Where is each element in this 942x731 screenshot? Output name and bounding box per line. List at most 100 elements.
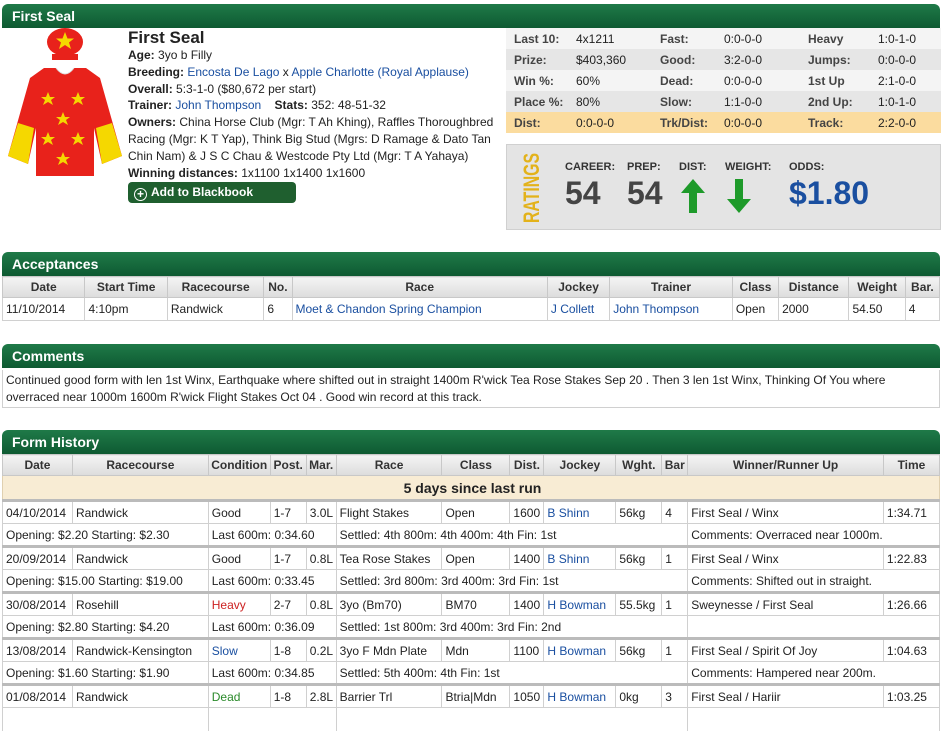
acceptances-header: Acceptances xyxy=(2,252,940,276)
column-header[interactable]: Jockey xyxy=(546,276,611,298)
column-header[interactable]: Class xyxy=(441,454,511,476)
acceptances-title: Acceptances xyxy=(12,256,99,272)
column-header[interactable]: Trainer xyxy=(609,276,733,298)
column-header[interactable]: Racecourse xyxy=(71,454,209,476)
jockey-silk-image xyxy=(8,28,122,176)
table-row: 20/09/2014 Randwick Good 1-7 0.8L Tea Rose St… xyxy=(2,545,941,570)
prep-rating: 54 xyxy=(627,175,663,211)
dist-label: DIST: xyxy=(679,161,707,173)
form-cell-dist: 1400 xyxy=(509,545,545,570)
form-detail-prices: Opening: $2.80 Starting: $4.20 xyxy=(2,615,209,639)
column-header[interactable]: No. xyxy=(263,276,293,298)
table-row: 30/08/2014 Rosehill Heavy 2-7 0.8L 3yo (Bm70)… xyxy=(2,591,941,616)
stat-value: 60% xyxy=(568,70,652,91)
form-detail-comment: Comments: Overraced near 1000m. xyxy=(687,523,940,547)
column-header[interactable]: Date xyxy=(1,276,86,298)
stat-label: Heavy xyxy=(800,28,870,49)
column-header[interactable]: Condition xyxy=(207,454,271,476)
form-detail-last600: Last 600m: 0:36.09 xyxy=(207,615,337,639)
stat-value: 1:0-1-0 xyxy=(870,28,941,49)
column-header[interactable]: Start Time xyxy=(84,276,168,298)
form-cell-course: Randwick-Kensington xyxy=(71,637,209,662)
ratings-logo: RATINGS xyxy=(519,153,544,223)
acceptance-cell: 2000 xyxy=(778,297,850,321)
column-header[interactable]: Winner/Runner Up xyxy=(687,454,884,476)
stats-row: Dist: 0:0-0-0 Trk/Dist: 0:0-0-0 Track: 2:2-0-… xyxy=(506,112,941,133)
form-cell-time: 1:34.71 xyxy=(882,499,941,524)
form-cell-jockey[interactable]: B Shinn xyxy=(543,499,617,524)
column-header[interactable]: Class xyxy=(731,276,780,298)
acceptance-cell[interactable]: J Collett xyxy=(546,297,611,321)
stat-value: 80% xyxy=(568,91,652,112)
dam-link[interactable]: Apple Charlotte xyxy=(291,65,374,79)
table-row: 11/10/2014 4:10pm Randwick 6 Moet & Chandon … xyxy=(1,297,941,321)
form-cell-cond: Dead xyxy=(207,683,271,708)
form-cell-winner: First Seal / Winx xyxy=(687,545,884,570)
form-cell-jockey[interactable]: B Shinn xyxy=(543,545,617,570)
trainer-link[interactable]: John Thompson xyxy=(175,98,261,112)
career-label: CAREER: xyxy=(565,161,616,173)
form-cell-jockey[interactable]: H Bowman xyxy=(543,591,617,616)
form-cell-winner: Sweynesse / First Seal xyxy=(687,591,884,616)
dist-up-arrow-icon xyxy=(681,179,705,213)
stat-label: 1st Up xyxy=(800,70,870,91)
form-cell-post: 1-7 xyxy=(269,499,307,524)
stat-value: 0:0-0-0 xyxy=(716,28,800,49)
age-value: 3yo b Filly xyxy=(158,48,213,62)
prep-label: PREP: xyxy=(627,161,661,173)
horse-name: First Seal xyxy=(128,28,205,47)
form-cell-dist: 1050 xyxy=(509,683,545,708)
form-cell-winner: First Seal / Spirit Of Joy xyxy=(687,637,884,662)
weight-down-arrow-icon xyxy=(727,179,751,213)
form-cell-date: 30/08/2014 xyxy=(2,591,73,616)
column-header[interactable]: Mar. xyxy=(305,454,337,476)
stat-label: Last 10: xyxy=(506,28,568,49)
form-cell-class: Open xyxy=(441,545,511,570)
column-header[interactable]: Date xyxy=(2,454,73,476)
form-cell-dist: 1600 xyxy=(509,499,545,524)
column-header[interactable]: Race xyxy=(291,276,548,298)
form-cell-post: 1-8 xyxy=(269,683,307,708)
form-history-title: Form History xyxy=(12,434,100,450)
ratings-panel: RATINGS CAREER: 54 PREP: 54 DIST: WEIGHT… xyxy=(506,144,941,230)
column-header[interactable]: Time xyxy=(882,454,941,476)
trainer-label: Trainer: xyxy=(128,98,173,113)
acceptance-cell[interactable]: John Thompson xyxy=(609,297,733,321)
stat-label: Dist: xyxy=(506,112,568,133)
form-cell-jockey[interactable]: H Bowman xyxy=(543,683,617,708)
odds-label: ODDS: xyxy=(789,161,825,173)
column-header[interactable]: Jockey xyxy=(543,454,617,476)
add-to-blackbook-button[interactable]: + Add to Blackbook xyxy=(128,182,296,203)
days-since-text: 5 days since last run xyxy=(2,475,940,501)
stat-value: 0:0-0-0 xyxy=(870,49,941,70)
acceptance-cell[interactable]: Moet & Chandon Spring Champion xyxy=(291,297,548,321)
column-header[interactable]: Weight xyxy=(848,276,906,298)
table-row-detail: Opening: $2.20 Starting: $2.30 Last 600m:… xyxy=(2,523,940,547)
column-header[interactable]: Bar xyxy=(661,454,689,476)
stats-row: Last 10: 4x1211 Fast: 0:0-0-0 Heavy 1:0-1-0 xyxy=(506,28,941,49)
form-cell-date: 01/08/2014 xyxy=(2,683,73,708)
form-cell-mar: 3.0L xyxy=(305,499,337,524)
trainer-row: Trainer: John Thompson Stats: 352: 48-51… xyxy=(128,97,504,114)
column-header[interactable]: Distance xyxy=(778,276,850,298)
column-header[interactable]: Wght. xyxy=(615,454,663,476)
comments-text: Continued good form with len 1st Winx, E… xyxy=(2,370,940,408)
form-cell-bar: 1 xyxy=(661,637,689,662)
form-cell-post: 2-7 xyxy=(269,591,307,616)
column-header[interactable]: Post. xyxy=(269,454,307,476)
table-row: 04/10/2014 Randwick Good 1-7 3.0L Flight Stak… xyxy=(2,499,941,524)
column-header[interactable]: Dist. xyxy=(509,454,545,476)
column-header[interactable]: Race xyxy=(335,454,443,476)
form-cell-jockey[interactable]: H Bowman xyxy=(543,637,617,662)
damsire-link[interactable]: (Royal Applause) xyxy=(378,65,469,79)
stats-row: Prize: $403,360 Good: 3:2-0-0 Jumps: 0:0-0-0 xyxy=(506,49,941,70)
form-detail-prices: Opening: $15.00 Starting: $19.00 xyxy=(2,569,209,593)
column-header[interactable]: Racecourse xyxy=(166,276,265,298)
form-cell-course: Rosehill xyxy=(71,591,209,616)
sire-link[interactable]: Encosta De Lago xyxy=(187,65,279,79)
column-header[interactable]: Bar. xyxy=(904,276,941,298)
form-cell-bar: 1 xyxy=(661,591,689,616)
stat-label: Dead: xyxy=(652,70,716,91)
form-cell-date: 20/09/2014 xyxy=(2,545,73,570)
weight-label: WEIGHT: xyxy=(725,161,772,173)
